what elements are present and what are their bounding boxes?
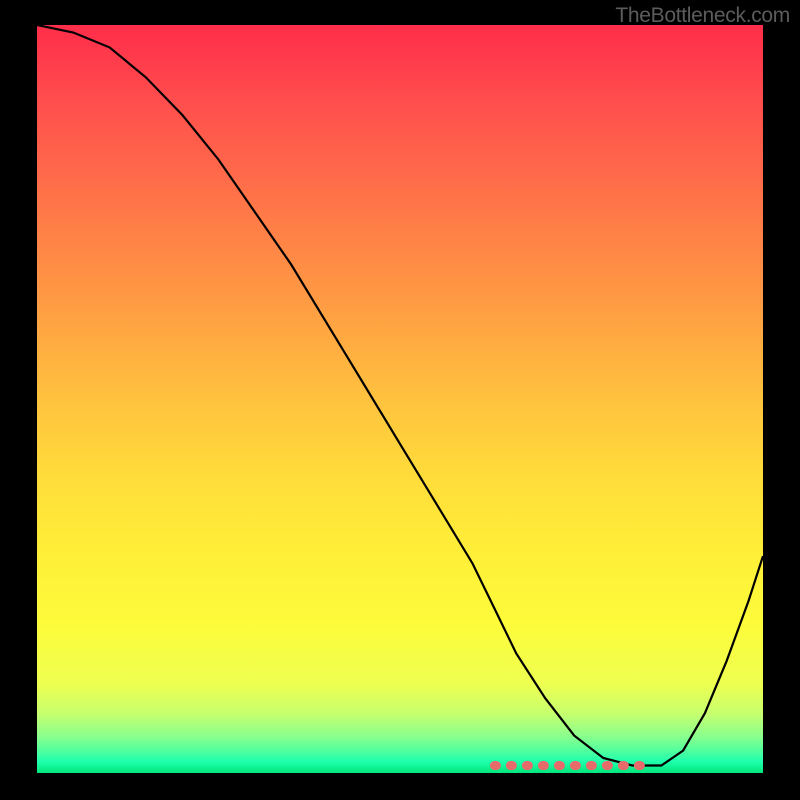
watermark-text: TheBottleneck.com	[615, 4, 790, 28]
bottleneck-curve-line	[37, 25, 763, 766]
chart-plot-area	[37, 25, 763, 773]
chart-svg	[37, 25, 763, 773]
